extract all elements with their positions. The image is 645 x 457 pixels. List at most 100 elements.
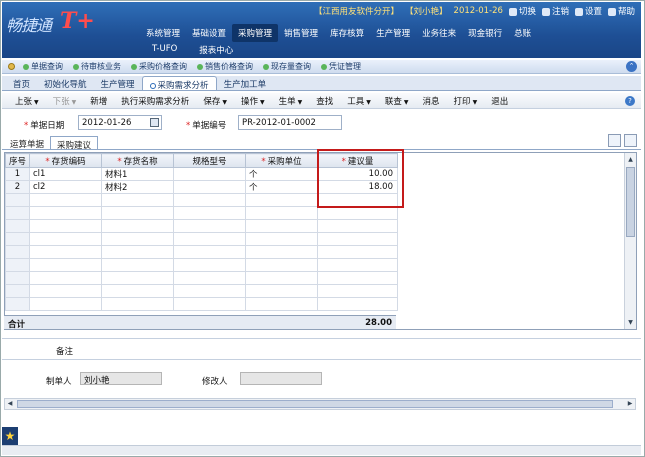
link-query-button[interactable]: 联查 ▼: [378, 95, 416, 107]
print-button[interactable]: 打印 ▼: [447, 95, 485, 107]
tab-calc-doc[interactable]: 运算单据: [4, 136, 50, 150]
col-header-code[interactable]: * 存货编码: [29, 153, 102, 168]
cell-code[interactable]: cl1: [29, 167, 102, 181]
cell-code[interactable]: cl2: [29, 180, 102, 194]
col-header-no[interactable]: 序号: [5, 153, 30, 168]
menu-item-sales[interactable]: 销售管理: [278, 24, 324, 42]
empty-row[interactable]: [5, 297, 398, 311]
exit-button[interactable]: 退出: [484, 95, 515, 107]
run-analysis-button[interactable]: 执行采购需求分析: [114, 95, 196, 107]
doc-code-field[interactable]: PR-2012-01-0002: [238, 115, 342, 130]
scroll-up-icon[interactable]: ▲: [625, 154, 636, 165]
export-icon[interactable]: [608, 134, 621, 147]
empty-row[interactable]: [5, 271, 398, 285]
next-button[interactable]: 下张 ▼: [46, 95, 84, 107]
menu-item-inventory[interactable]: 库存核算: [324, 24, 370, 42]
empty-row[interactable]: [5, 206, 398, 220]
menu-item-basic-settings[interactable]: 基础设置: [186, 24, 232, 42]
bullet-icon: [23, 63, 29, 70]
calendar-icon[interactable]: [150, 118, 159, 127]
chevron-down-icon: ▼: [222, 98, 227, 106]
col-header-name[interactable]: * 存货名称: [101, 153, 174, 168]
tab-init-guide[interactable]: 初始化导航: [37, 76, 94, 90]
bullet-icon: [197, 63, 203, 70]
bullet-icon: [321, 63, 327, 70]
shortcut-pending-review[interactable]: 待审核业务: [69, 61, 125, 72]
prev-button[interactable]: 上张 ▼: [8, 95, 46, 107]
tab-work-order[interactable]: 生产加工单: [217, 76, 274, 90]
zoom-icon[interactable]: [624, 134, 637, 147]
doc-header-form: * 单据日期 2012-01-26 * 单据编号 PR-2012-01-0002: [2, 113, 641, 133]
maker-row: 制单人 刘小艳 修改人: [2, 370, 641, 388]
top-status-bar: 【江西用友软件分开】 【刘小艳】 2012-01-26 切换 注销 设置 帮助: [314, 5, 635, 17]
tab-production[interactable]: 生产管理: [94, 76, 142, 90]
menu-item-cash-bank[interactable]: 现金银行: [462, 24, 508, 42]
cell-unit[interactable]: 个: [245, 180, 318, 194]
maker-field: 刘小艳: [80, 372, 162, 386]
collapse-icon[interactable]: ⌃: [626, 61, 637, 72]
cell-spec[interactable]: [173, 167, 246, 181]
shortcut-voucher[interactable]: 凭证管理: [317, 61, 365, 72]
remark-label: 备注: [56, 347, 74, 357]
col-header-unit[interactable]: * 采购单位: [245, 153, 318, 168]
help-button[interactable]: 帮助: [607, 5, 635, 17]
new-button[interactable]: 新增: [83, 95, 114, 107]
empty-row[interactable]: [5, 245, 398, 259]
scroll-left-icon[interactable]: ◀: [5, 399, 15, 409]
chevron-down-icon: ▼: [259, 98, 265, 106]
save-button[interactable]: 保存 ▼: [196, 95, 234, 107]
menu-item-system[interactable]: 系统管理: [140, 24, 186, 42]
horizontal-scrollbar[interactable]: ◀ ▶: [4, 398, 636, 410]
favorite-star-icon[interactable]: ★: [2, 427, 18, 445]
tools-button[interactable]: 工具 ▼: [340, 95, 378, 107]
cell-name[interactable]: 材料2: [101, 180, 174, 194]
cell-unit[interactable]: 个: [245, 167, 318, 181]
empty-row[interactable]: [5, 258, 398, 272]
operate-button[interactable]: 操作 ▼: [234, 95, 272, 107]
shortcut-sales-price[interactable]: 销售价格查询: [193, 61, 257, 72]
close-icon[interactable]: [149, 82, 156, 89]
shortcut-doc-query[interactable]: 单据查询: [19, 61, 67, 72]
help-icon[interactable]: ?: [625, 96, 635, 106]
shortcut-stock-query[interactable]: 现存量查询: [259, 61, 315, 72]
remark-row: 备注: [2, 338, 641, 360]
scroll-thumb[interactable]: [626, 167, 635, 237]
settings-button[interactable]: 设置: [574, 5, 602, 17]
scroll-right-icon[interactable]: ▶: [625, 399, 635, 409]
tab-purchase-suggest[interactable]: 采购建议: [50, 136, 99, 151]
status-bar: [2, 445, 641, 455]
menu-item-ledger[interactable]: 总账: [508, 24, 537, 42]
menu-item-report-center[interactable]: 报表中心: [199, 44, 233, 56]
logout-button[interactable]: 注销: [541, 5, 569, 17]
col-header-spec[interactable]: 规格型号: [173, 153, 246, 168]
cell-name[interactable]: 材料1: [101, 167, 174, 181]
empty-row[interactable]: [5, 232, 398, 246]
chevron-down-icon: ▼: [71, 98, 77, 106]
grid-vertical-scrollbar[interactable]: ▲ ▼: [624, 153, 636, 329]
total-label: 合计: [8, 320, 26, 330]
current-user: 【刘小艳】: [405, 7, 448, 17]
tab-home[interactable]: 首页: [6, 76, 37, 90]
message-button[interactable]: 消息: [416, 95, 447, 107]
find-button[interactable]: 查找: [309, 95, 340, 107]
empty-row[interactable]: [5, 219, 398, 233]
scroll-down-icon[interactable]: ▼: [625, 317, 636, 328]
generate-button[interactable]: 生单 ▼: [272, 95, 310, 107]
menu-item-business[interactable]: 业务往来: [416, 24, 462, 42]
menu-item-t-ufo[interactable]: T-UFO: [152, 44, 177, 56]
grid-tools: [608, 134, 637, 147]
empty-row[interactable]: [5, 284, 398, 298]
help-icon: [607, 7, 616, 16]
shortcut-purchase-price[interactable]: 采购价格查询: [127, 61, 191, 72]
app-header: 畅捷通 T+ 【江西用友软件分开】 【刘小艳】 2012-01-26 切换 注销…: [2, 2, 641, 58]
menu-item-production[interactable]: 生产管理: [370, 24, 416, 42]
cell-spec[interactable]: [173, 180, 246, 194]
chevron-down-icon: ▼: [472, 98, 478, 106]
doc-date-field[interactable]: 2012-01-26: [78, 115, 162, 130]
menu-item-purchase[interactable]: 采购管理: [232, 24, 279, 42]
chevron-down-icon: ▼: [297, 98, 303, 106]
total-value: 28.00: [365, 318, 392, 328]
tab-purchase-demand[interactable]: 采购需求分析: [141, 76, 217, 91]
switch-button[interactable]: 切换: [508, 5, 536, 17]
scroll-thumb[interactable]: [17, 400, 613, 408]
